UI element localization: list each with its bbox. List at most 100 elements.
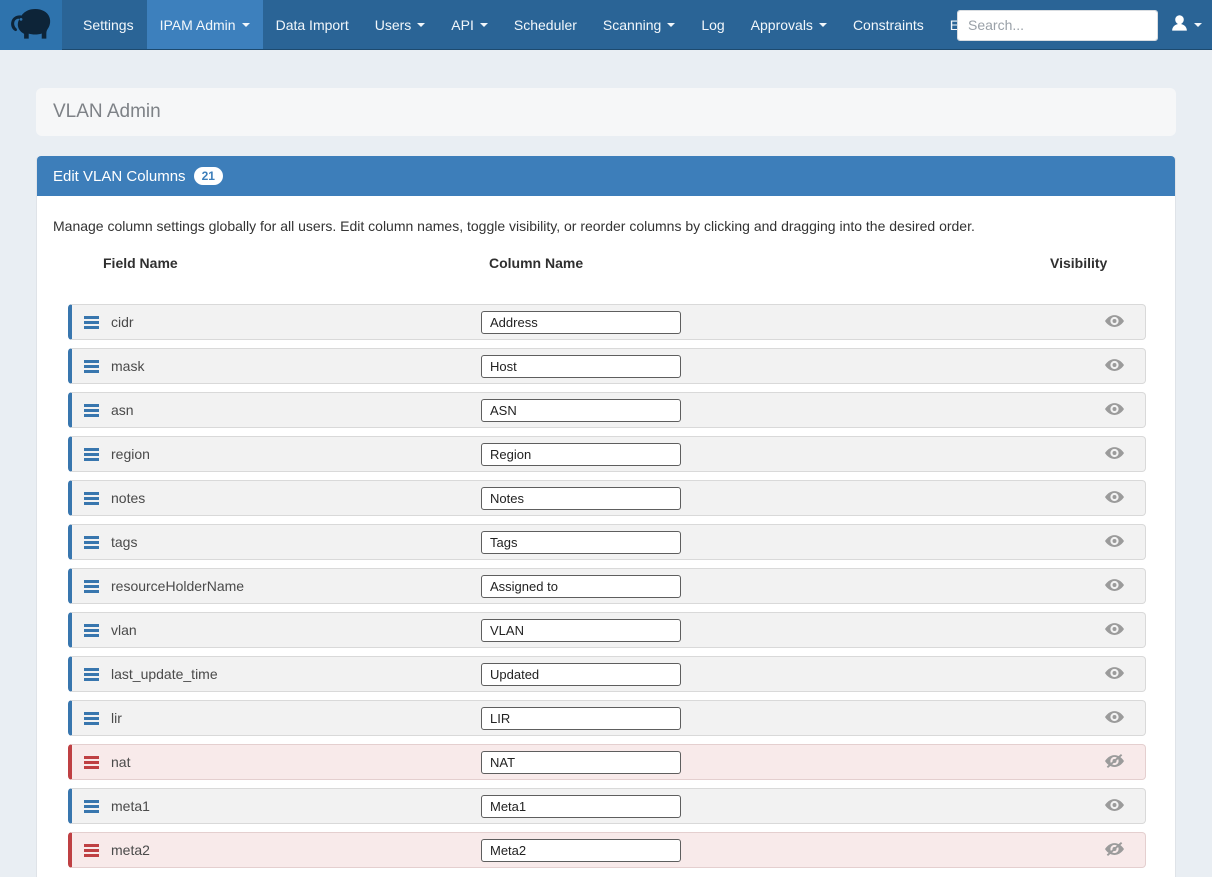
drag-handle-icon[interactable] (72, 667, 111, 681)
drag-handle-icon[interactable] (72, 579, 111, 593)
drag-handle-icon[interactable] (72, 447, 111, 461)
visibility-toggle[interactable] (1105, 753, 1124, 772)
field-name-label: region (111, 446, 150, 462)
column-name-input[interactable] (481, 838, 681, 862)
navbar-item-label: API (451, 16, 474, 33)
column-count-badge: 21 (193, 167, 223, 185)
visibility-toggle[interactable] (1105, 710, 1124, 727)
column-name-input[interactable] (481, 354, 681, 378)
navbar-item-approvals[interactable]: Approvals (738, 0, 840, 49)
field-name-label: tags (111, 534, 138, 550)
drag-handle-icon[interactable] (72, 491, 111, 505)
column-row-tags[interactable]: tags (68, 524, 1146, 560)
column-row-nat[interactable]: nat (68, 744, 1146, 780)
field-name-label: nat (111, 754, 131, 770)
navbar-item-log[interactable]: Log (688, 0, 737, 49)
panel-title: Edit VLAN Columns (53, 167, 186, 185)
visibility-toggle[interactable] (1105, 534, 1124, 551)
chevron-down-icon (417, 22, 426, 27)
eye-icon (1105, 798, 1124, 815)
visibility-toggle[interactable] (1105, 666, 1124, 683)
visibility-toggle[interactable] (1105, 402, 1124, 419)
search-input[interactable] (958, 10, 1157, 40)
visibility-toggle[interactable] (1105, 446, 1124, 463)
field-name-label: asn (111, 402, 134, 418)
navbar-item-scanning[interactable]: Scanning (590, 0, 688, 49)
eye-icon (1105, 490, 1124, 507)
navbar-item-settings[interactable]: Settings (70, 0, 147, 49)
column-row-resourceHolderName[interactable]: resourceHolderName (68, 568, 1146, 604)
column-name-input[interactable] (481, 574, 681, 598)
user-menu[interactable] (1170, 14, 1202, 36)
navbar-item-ipam-admin[interactable]: IPAM Admin (146, 0, 263, 49)
drag-handle-icon[interactable] (72, 359, 111, 373)
column-name-input[interactable] (481, 662, 681, 686)
visibility-toggle[interactable] (1105, 798, 1124, 815)
column-row-notes[interactable]: notes (68, 480, 1146, 516)
navbar-item-api[interactable]: API (438, 0, 501, 49)
navbar-item-scheduler[interactable]: Scheduler (501, 0, 590, 49)
drag-handle-icon[interactable] (72, 403, 111, 417)
field-name-label: meta2 (111, 842, 150, 858)
column-row-region[interactable]: region (68, 436, 1146, 472)
eye-icon (1105, 710, 1124, 727)
field-name-header: Field Name (103, 255, 178, 271)
navbar: Settings IPAM Admin Data Import Users AP… (0, 0, 1212, 50)
column-name-input[interactable] (481, 442, 681, 466)
drag-handle-icon[interactable] (72, 799, 111, 813)
column-row-lir[interactable]: lir (68, 700, 1146, 736)
visibility-header: Visibility (1050, 255, 1108, 271)
eye-slash-icon (1105, 841, 1124, 860)
navbar-item-label: Users (374, 16, 412, 33)
drag-handle-icon[interactable] (72, 623, 111, 637)
drag-handle-icon[interactable] (72, 843, 111, 857)
navbar-item-data-import[interactable]: Data Import (263, 0, 362, 49)
search-group (957, 9, 1158, 41)
navbar-item-label: Constraints (852, 16, 924, 33)
page-header: VLAN Admin (36, 88, 1176, 136)
column-name-input[interactable] (481, 706, 681, 730)
visibility-toggle[interactable] (1105, 622, 1124, 639)
column-row-meta1[interactable]: meta1 (68, 788, 1146, 824)
drag-handle-icon[interactable] (72, 535, 111, 549)
visibility-toggle[interactable] (1105, 358, 1124, 375)
navbar-item-users[interactable]: Users (362, 0, 439, 49)
chevron-down-icon (479, 22, 488, 27)
eye-icon (1105, 446, 1124, 463)
edit-vlan-columns-panel: Edit VLAN Columns 21 Manage column setti… (36, 156, 1176, 877)
eye-icon (1105, 402, 1124, 419)
drag-handle-icon[interactable] (72, 711, 111, 725)
column-row-cidr[interactable]: cidr (68, 304, 1146, 340)
column-name-input[interactable] (481, 486, 681, 510)
column-name-input[interactable] (481, 310, 681, 334)
column-name-input[interactable] (481, 530, 681, 554)
column-headers: Field Name Column Name Visibility (37, 255, 1175, 274)
navbar-item-constraints[interactable]: Constraints (840, 0, 937, 49)
field-name-label: cidr (111, 314, 134, 330)
column-row-last_update_time[interactable]: last_update_time (68, 656, 1146, 692)
app-logo[interactable] (0, 0, 62, 50)
eye-icon (1105, 622, 1124, 639)
column-name-input[interactable] (481, 750, 681, 774)
eye-icon (1105, 666, 1124, 683)
page-title: VLAN Admin (53, 101, 161, 122)
drag-handle-icon[interactable] (72, 315, 111, 329)
column-name-input[interactable] (481, 794, 681, 818)
navbar-item-label: Scheduler (513, 16, 577, 33)
main-content: VLAN Admin Edit VLAN Columns 21 Manage c… (36, 88, 1176, 877)
drag-handle-icon[interactable] (72, 755, 111, 769)
visibility-toggle[interactable] (1105, 490, 1124, 507)
field-name-label: vlan (111, 622, 137, 638)
field-name-label: last_update_time (111, 666, 218, 682)
visibility-toggle[interactable] (1105, 314, 1124, 331)
column-name-input[interactable] (481, 398, 681, 422)
column-name-input[interactable] (481, 618, 681, 642)
visibility-toggle[interactable] (1105, 841, 1124, 860)
eye-icon (1105, 578, 1124, 595)
column-row-mask[interactable]: mask (68, 348, 1146, 384)
column-row-meta2[interactable]: meta2 (68, 832, 1146, 868)
chevron-down-icon (1194, 23, 1202, 27)
column-row-asn[interactable]: asn (68, 392, 1146, 428)
column-row-vlan[interactable]: vlan (68, 612, 1146, 648)
visibility-toggle[interactable] (1105, 578, 1124, 595)
